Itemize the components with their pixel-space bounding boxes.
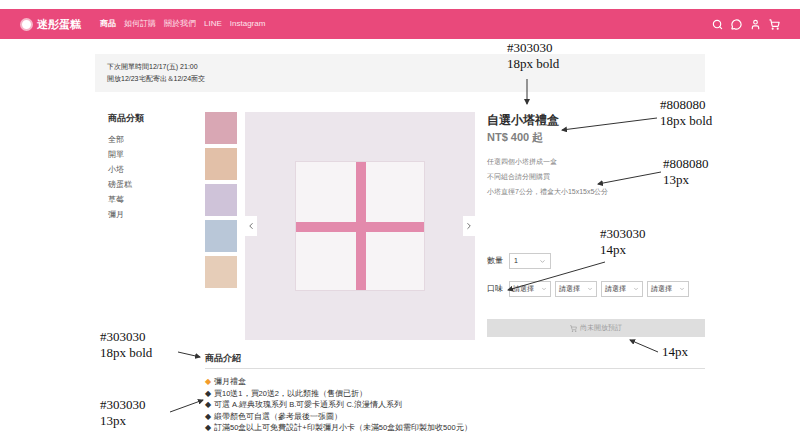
bullet-icon: ◆ (205, 422, 211, 434)
annotation-note: #30303013px (100, 397, 146, 429)
quantity-select[interactable]: 1 (509, 253, 551, 269)
intro-title: 商品介紹 (205, 352, 705, 369)
annotation-arrows (0, 0, 800, 443)
intro-item: ◆買10送1，買20送2，以此類推（售價已折） (205, 388, 705, 400)
chat-icon[interactable] (731, 19, 742, 30)
thumbnail[interactable] (205, 220, 237, 252)
flavor-select[interactable]: 請選擇 (601, 281, 643, 297)
annotation-arrow (598, 172, 661, 184)
chevron-down-icon (633, 286, 639, 292)
annotation-note: #30303014px (600, 226, 646, 258)
prev-image-button[interactable] (245, 216, 257, 236)
chevron-down-icon (539, 258, 546, 265)
sidebar-item[interactable]: 開單 (108, 147, 205, 162)
nav-item[interactable]: 關於我們 (164, 18, 196, 30)
notice-line: 下次開單時間12/17(五) 21:00 (107, 61, 693, 73)
flavor-select[interactable]: 請選擇 (555, 281, 597, 297)
annotation-note: 14px (662, 344, 688, 360)
flavor-select[interactable]: 請選擇 (509, 281, 551, 297)
notice-line: 開放12/23宅配寄出＆12/24面交 (107, 73, 693, 85)
preorder-button: 尚未開放預訂 (487, 319, 705, 337)
annotation-note: #30303018px bold (100, 329, 152, 361)
intro-item: ◆彌月禮盒 (205, 376, 705, 388)
flavor-row: 口味請選擇請選擇請選擇請選擇 (487, 281, 705, 297)
notice-box: 下次開單時間12/17(五) 21:00開放12/23宅配寄出＆12/24面交 (95, 54, 705, 92)
chevron-down-icon (587, 286, 593, 292)
annotation-arrow (508, 262, 605, 290)
thumbnail[interactable] (205, 112, 237, 144)
chevron-right-icon (464, 221, 474, 231)
annotation-arrow (178, 352, 200, 357)
bullet-icon: ◆ (205, 411, 211, 423)
product-photo (245, 112, 475, 340)
page: 迷彤蛋糕商品如何訂購關於我們 LINE Instagram 下次開單時間12/17(五… (0, 0, 800, 443)
sidebar-item[interactable]: 小塔 (108, 162, 205, 177)
bullet-icon: ◆ (205, 376, 211, 388)
chevron-down-icon (679, 286, 685, 292)
top-bar: 迷彤蛋糕商品如何訂購關於我們 LINE Instagram (0, 9, 800, 39)
user-icon[interactable] (750, 19, 761, 30)
intro-item: ◆訂滿50盒以上可免費設計+印製彌月小卡（未滿50盒如需印製加收500元） (205, 422, 705, 434)
product-info: 自選小塔禮盒NT$ 400 起任選四個小塔拼成一盒不同組合請分開購買小塔直徑7公… (487, 112, 705, 340)
nav-item[interactable]: 商品 (100, 18, 116, 30)
bullet-icon: ◆ (205, 388, 211, 400)
annotation-note: #30303018px bold (507, 40, 559, 72)
quantity-row: 數量1 (487, 253, 705, 269)
thumbnail[interactable] (205, 184, 237, 216)
annotation-arrow (630, 340, 658, 352)
nav-item[interactable]: 如何訂購 (124, 18, 156, 30)
cart-icon[interactable] (769, 19, 780, 30)
thumbnail[interactable] (205, 148, 237, 180)
product-intro: 商品介紹 ◆彌月禮盒◆買10送1，買20送2，以此類推（售價已折）◆可選 A.經典… (205, 352, 705, 434)
thumbnail[interactable] (205, 256, 237, 288)
annotation-note: #80808013px (663, 156, 709, 188)
annotation-arrow (562, 118, 657, 130)
annotation-arrow (527, 79, 528, 104)
sidebar-item[interactable]: 彌月 (108, 207, 205, 222)
intro-item: ◆可選 A.經典玫瑰系列 B.可愛卡通系列 C.浪漫情人系列 (205, 399, 705, 411)
main-nav: 商品如何訂購關於我們 LINE Instagram (100, 18, 265, 30)
nav-item[interactable]: LINE (204, 18, 222, 30)
sidebar-title: 商品分類 (108, 112, 205, 124)
product-price: NT$ 400 起 (487, 130, 705, 144)
gift-box (295, 161, 425, 291)
sidebar-item[interactable]: 磅蛋糕 (108, 177, 205, 192)
annotation-arrow (170, 400, 203, 412)
bullet-icon: ◆ (205, 399, 211, 411)
sidebar-item[interactable]: 全部 (108, 132, 205, 147)
flavor-select[interactable]: 請選擇 (647, 281, 689, 297)
cart-icon (570, 325, 577, 332)
chevron-left-icon (246, 221, 256, 231)
logo[interactable]: 迷彤蛋糕 (20, 17, 100, 31)
sidebar-item[interactable]: 草莓 (108, 192, 205, 207)
thumbnail-list (205, 112, 237, 340)
search-icon[interactable] (712, 19, 723, 30)
next-image-button[interactable] (463, 216, 475, 236)
intro-item: ◆緞帶顏色可自選（參考最後一張圖） (205, 411, 705, 423)
annotation-note: #80808018px bold (660, 97, 712, 129)
chevron-down-icon (541, 286, 547, 292)
logo-icon (20, 18, 33, 31)
category-sidebar: 商品分類全部開單小塔磅蛋糕草莓彌月 (95, 112, 205, 340)
nav-item[interactable]: Instagram (230, 18, 266, 30)
